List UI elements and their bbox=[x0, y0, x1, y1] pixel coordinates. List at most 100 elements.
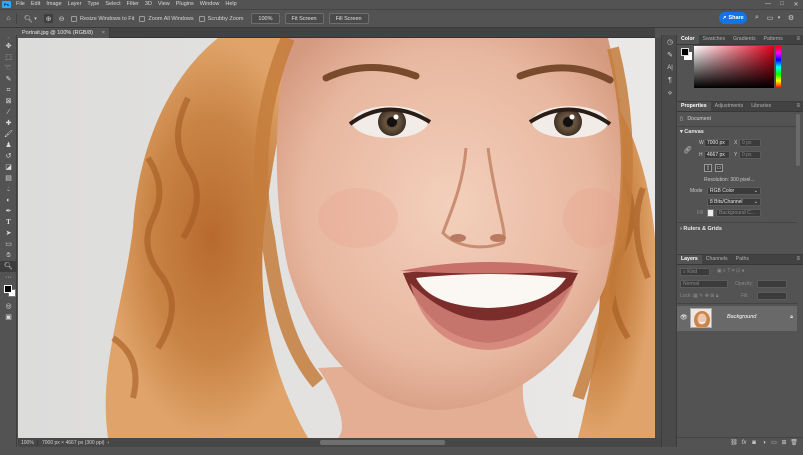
history-panel-icon[interactable]: ◷ bbox=[662, 35, 678, 48]
paragraph-panel-icon[interactable]: ¶ bbox=[662, 74, 678, 87]
width-field[interactable]: 7000 px bbox=[704, 139, 730, 147]
path-selection-tool-icon[interactable]: ➤ bbox=[0, 228, 17, 239]
tab-gradients[interactable]: Gradients bbox=[729, 35, 760, 44]
zoom-out-icon[interactable]: ⊖ bbox=[57, 14, 66, 23]
delete-layer-icon[interactable]: 🗑︎ bbox=[789, 439, 799, 446]
canvas-horizontal-scrollbar[interactable] bbox=[320, 440, 445, 445]
scrubby-zoom-checkbox[interactable]: Scrubby Zoom bbox=[198, 15, 243, 22]
tab-color[interactable]: Color bbox=[677, 35, 699, 44]
close-window-button[interactable]: ✕ bbox=[789, 1, 803, 8]
adjustment-layer-icon[interactable]: ◑ bbox=[759, 440, 769, 446]
tab-paths[interactable]: Paths bbox=[732, 255, 753, 264]
add-mask-icon[interactable]: ◙ bbox=[749, 440, 759, 446]
zoom-100-button[interactable]: 100% bbox=[251, 13, 280, 24]
properties-scrollbar[interactable] bbox=[796, 114, 800, 166]
link-layers-icon[interactable]: ⛓ bbox=[729, 439, 739, 446]
crop-tool-icon[interactable]: ⌗ bbox=[0, 85, 17, 96]
tab-libraries[interactable]: Libraries bbox=[747, 102, 775, 111]
menu-help[interactable]: Help bbox=[222, 0, 239, 9]
status-zoom[interactable]: 100% bbox=[18, 439, 38, 446]
marquee-tool-icon[interactable]: ⬚ bbox=[0, 52, 17, 63]
settings-icon[interactable]: ⚙ bbox=[786, 13, 796, 23]
tab-adjustments[interactable]: Adjustments bbox=[711, 102, 748, 111]
y-field[interactable]: 0 px bbox=[739, 151, 761, 159]
foreground-color-chip[interactable] bbox=[681, 48, 689, 56]
zoom-tool-icon[interactable]: 🔍︎ bbox=[0, 261, 17, 272]
zoom-in-icon[interactable]: ⊕ bbox=[44, 14, 53, 23]
chevron-right-icon[interactable]: › bbox=[107, 440, 109, 446]
healing-brush-tool-icon[interactable]: ✚ bbox=[0, 118, 17, 129]
type-tool-icon[interactable]: T bbox=[0, 217, 17, 228]
status-doc-info[interactable]: 7000 px × 4667 px (300 ppi) bbox=[38, 440, 104, 446]
chevron-down-icon[interactable]: ▾ bbox=[33, 14, 38, 23]
menu-file[interactable]: File bbox=[13, 0, 28, 9]
menu-image[interactable]: Image bbox=[43, 0, 64, 9]
resize-windows-checkbox[interactable]: Resize Windows to Fit bbox=[71, 15, 134, 22]
layer-row-background[interactable]: 👁︎ Background 🔒︎ bbox=[677, 306, 797, 331]
fill-swatch[interactable] bbox=[707, 209, 714, 217]
screen-mode-icon[interactable]: ▣ bbox=[0, 312, 17, 323]
x-field[interactable]: 0 px bbox=[739, 139, 761, 147]
menu-3d[interactable]: 3D bbox=[142, 0, 155, 9]
share-button[interactable]: Share bbox=[719, 12, 747, 24]
eyedropper-tool-icon[interactable]: ⁄ bbox=[0, 107, 17, 118]
lock-icon[interactable]: 🔒︎ bbox=[790, 314, 793, 321]
link-icon[interactable]: 🔗︎ bbox=[683, 146, 692, 154]
tab-patterns[interactable]: Patterns bbox=[760, 35, 787, 44]
history-brush-tool-icon[interactable]: ↺ bbox=[0, 151, 17, 162]
height-field[interactable]: 4667 px bbox=[704, 151, 730, 159]
document-tab[interactable]: Portrait.jpg @ 100% (RGB/8) × bbox=[18, 28, 110, 38]
lasso-tool-icon[interactable]: ➰ bbox=[0, 63, 17, 74]
menu-window[interactable]: Window bbox=[197, 0, 223, 9]
layer-filter-kind[interactable]: ⌕ Kind bbox=[680, 268, 710, 276]
filter-pixel-icon[interactable]: ▣ ◐ T ⌗ ⊡ ● bbox=[717, 268, 745, 274]
bit-depth-select[interactable]: 8 Bits/Channel ⌄ bbox=[707, 198, 761, 206]
layer-style-icon[interactable]: fx bbox=[739, 440, 749, 446]
document-canvas[interactable] bbox=[18, 38, 655, 438]
tab-properties[interactable]: Properties bbox=[677, 102, 711, 111]
minimize-button[interactable]: — bbox=[761, 1, 775, 8]
mode-select[interactable]: RGB Color ⌄ bbox=[707, 187, 761, 195]
maximize-button[interactable]: □ bbox=[775, 1, 789, 8]
gradient-tool-icon[interactable]: ▤ bbox=[0, 173, 17, 184]
more-tools-icon[interactable]: ··· bbox=[0, 272, 17, 283]
color-field[interactable] bbox=[694, 46, 774, 88]
tab-channels[interactable]: Channels bbox=[702, 255, 732, 264]
blur-tool-icon[interactable]: 💧︎ bbox=[0, 184, 17, 195]
quick-selection-tool-icon[interactable]: ✎ bbox=[0, 74, 17, 85]
zoom-all-windows-checkbox[interactable]: Zoom All Windows bbox=[139, 15, 194, 22]
menu-view[interactable]: View bbox=[155, 0, 173, 9]
layer-thumbnail[interactable] bbox=[690, 308, 712, 328]
rectangle-tool-icon[interactable]: ▭ bbox=[0, 239, 17, 250]
landscape-orientation-icon[interactable]: ▭ bbox=[715, 164, 723, 172]
panel-menu-icon[interactable]: ≡ bbox=[796, 102, 803, 111]
menu-plugins[interactable]: Plugins bbox=[173, 0, 197, 9]
pen-tool-icon[interactable]: ✒ bbox=[0, 206, 17, 217]
opacity-field[interactable] bbox=[757, 280, 787, 288]
foreground-color-swatch[interactable] bbox=[4, 285, 12, 293]
character-panel-icon[interactable]: A| bbox=[662, 61, 678, 74]
menu-select[interactable]: Select bbox=[102, 0, 123, 9]
rulers-grids-section-title[interactable]: › Rulers & Grids bbox=[680, 226, 722, 232]
quick-mask-icon[interactable]: ◎ bbox=[0, 301, 17, 312]
fill-select[interactable]: Background C... bbox=[716, 209, 761, 217]
close-tab-icon[interactable]: × bbox=[102, 28, 105, 38]
zoom-tool-preset-icon[interactable]: 🔍︎ bbox=[24, 14, 33, 23]
chevron-down-icon[interactable]: ▾ bbox=[774, 13, 784, 23]
eye-icon[interactable]: 👁︎ bbox=[680, 314, 688, 321]
brush-settings-icon[interactable]: ✎ bbox=[662, 48, 678, 61]
fill-screen-button[interactable]: Fill Screen bbox=[328, 13, 369, 24]
lock-icons[interactable]: ▦ ✎ ✥ ⊠ 🔒︎ bbox=[693, 293, 719, 299]
glyphs-panel-icon[interactable]: ⟡ bbox=[662, 87, 678, 100]
menu-layer[interactable]: Layer bbox=[65, 0, 85, 9]
dodge-tool-icon[interactable]: ◐ bbox=[0, 195, 17, 206]
panel-menu-icon[interactable]: ≡ bbox=[796, 35, 803, 44]
color-swatches[interactable] bbox=[0, 283, 16, 301]
canvas-section-title[interactable]: ▾ Canvas bbox=[680, 129, 704, 135]
frame-tool-icon[interactable]: ⊠ bbox=[0, 96, 17, 107]
move-tool-icon[interactable]: ✥ bbox=[0, 41, 17, 52]
panel-menu-icon[interactable]: ≡ bbox=[796, 255, 803, 264]
menu-type[interactable]: Type bbox=[84, 0, 102, 9]
hue-slider[interactable] bbox=[776, 46, 781, 88]
menu-filter[interactable]: Filter bbox=[124, 0, 142, 9]
